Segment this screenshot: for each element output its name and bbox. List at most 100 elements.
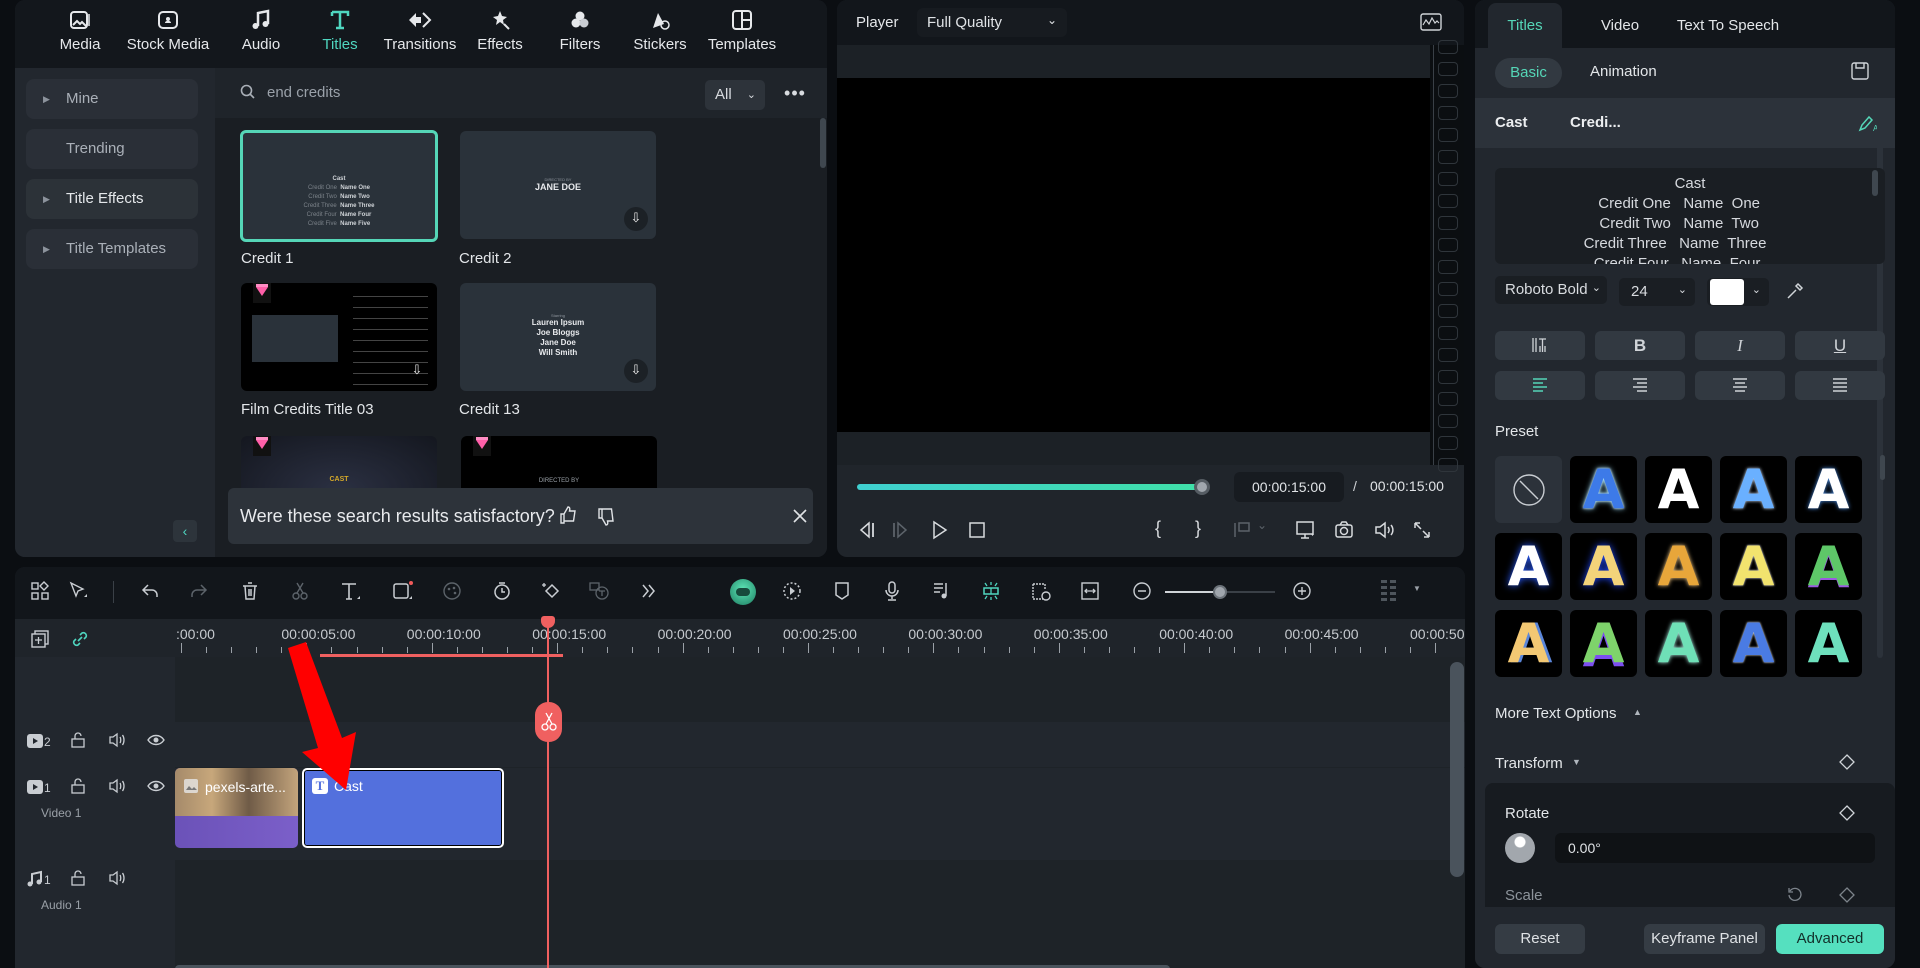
nav-templates[interactable]: Templates <box>695 8 789 53</box>
color-palette-icon[interactable] <box>442 581 462 601</box>
track-volume-icon[interactable] <box>108 870 126 886</box>
mark-in-icon[interactable]: { <box>1155 518 1161 539</box>
result-label[interactable]: Film Credits Title 03 <box>241 401 374 418</box>
download-icon[interactable]: ⇩ <box>624 359 648 383</box>
current-time-field[interactable]: 00:00:15:00 <box>1234 472 1344 502</box>
timeline-ruler[interactable]: :00:00 00:00:05:00 00:00:10:00 00:00:15:00 0… <box>15 619 1465 657</box>
keyframe-diamond-icon[interactable] <box>1839 887 1855 903</box>
transform-section-label[interactable]: Transform <box>1495 755 1563 772</box>
preset-style[interactable]: A <box>1795 456 1862 523</box>
font-dropdown[interactable]: Roboto Bold ⌄ <box>1495 276 1607 304</box>
thumbs-down-icon[interactable] <box>596 507 616 527</box>
preset-style[interactable]: A <box>1795 533 1862 600</box>
previous-frame-icon[interactable] <box>857 520 877 540</box>
playback-progress-bar[interactable] <box>857 484 1202 490</box>
download-icon[interactable]: ⇩ <box>405 359 429 383</box>
text-spacing-button[interactable] <box>1495 331 1585 360</box>
tab-video[interactable]: Video <box>1585 3 1655 48</box>
preset-style[interactable]: A <box>1720 610 1787 677</box>
result-label[interactable]: Credit 1 <box>241 250 294 267</box>
text-editor-scrollbar[interactable] <box>1872 170 1878 196</box>
nav-filters[interactable]: Filters <box>540 8 620 53</box>
result-thumb-credit-13[interactable]: Starring Lauren Ipsum Joe Bloggs Jane Doe W… <box>460 283 656 391</box>
preset-style[interactable]: A <box>1495 533 1562 600</box>
thumbs-up-icon[interactable] <box>558 505 578 525</box>
lock-icon[interactable] <box>70 732 86 748</box>
quality-dropdown[interactable]: Full Quality ⌄ <box>917 8 1067 37</box>
lock-icon[interactable] <box>70 778 86 794</box>
text-tool-icon[interactable] <box>340 581 362 601</box>
display-settings-icon[interactable] <box>1295 520 1317 540</box>
collapse-sidebar-button[interactable]: ‹ <box>173 520 197 542</box>
result-label[interactable]: Credit 2 <box>459 250 512 267</box>
search-input[interactable]: end credits <box>267 84 340 101</box>
crop-shape-icon[interactable] <box>392 581 414 601</box>
preset-style[interactable]: A <box>1645 456 1712 523</box>
preset-scrollbar[interactable] <box>1880 455 1885 480</box>
video-preview[interactable] <box>837 78 1430 432</box>
preset-none[interactable] <box>1495 456 1562 523</box>
align-justify-button[interactable] <box>1795 371 1885 400</box>
preset-style[interactable]: A <box>1645 610 1712 677</box>
timeline-vertical-scrollbar[interactable] <box>1450 662 1464 877</box>
align-right-button[interactable] <box>1595 371 1685 400</box>
ripple-delete-icon[interactable] <box>1030 581 1052 601</box>
zoom-slider-handle[interactable] <box>1213 585 1227 599</box>
visibility-eye-icon[interactable] <box>147 733 165 747</box>
nav-audio[interactable]: Audio <box>221 8 301 53</box>
chevron-down-icon[interactable]: ⌄ <box>1257 518 1267 532</box>
sidebar-item-title-templates[interactable]: ▶ Title Templates <box>26 229 198 269</box>
result-label[interactable]: Credit 13 <box>459 401 520 418</box>
italic-button[interactable]: I <box>1695 331 1785 360</box>
preset-style[interactable]: A <box>1570 610 1637 677</box>
caret-down-icon[interactable]: ▼ <box>1572 757 1581 767</box>
bold-button[interactable]: B <box>1595 331 1685 360</box>
fit-to-timeline-icon[interactable] <box>1080 581 1100 601</box>
sidebar-item-title-effects[interactable]: ▶ Title Effects <box>26 179 198 219</box>
layer-cast[interactable]: Cast <box>1495 114 1528 131</box>
nav-titles[interactable]: Titles <box>300 8 380 53</box>
subtab-animation[interactable]: Animation <box>1590 63 1657 80</box>
timer-speed-icon[interactable] <box>492 581 512 601</box>
title-text-editor[interactable]: Cast Credit One Name One Credit Two Name… <box>1495 168 1885 264</box>
sidebar-item-mine[interactable]: ▶ Mine <box>26 79 198 119</box>
redo-icon[interactable] <box>189 581 209 601</box>
visibility-eye-icon[interactable] <box>147 779 165 793</box>
keyframe-panel-button[interactable]: Keyframe Panel <box>1644 924 1765 954</box>
nav-stock-media[interactable]: Stock Media <box>118 8 218 53</box>
close-icon[interactable] <box>793 509 807 523</box>
microphone-icon[interactable] <box>883 581 901 601</box>
caret-down-icon[interactable]: ▼ <box>1413 584 1421 593</box>
stop-icon[interactable] <box>967 520 987 540</box>
preset-style[interactable]: A <box>1570 533 1637 600</box>
keyframe-diamond-icon[interactable] <box>1839 805 1855 821</box>
nav-media[interactable]: Media <box>40 8 120 53</box>
select-pointer-icon[interactable] <box>68 581 90 601</box>
reset-icon[interactable] <box>1787 886 1803 902</box>
tab-text-to-speech[interactable]: Text To Speech <box>1673 3 1783 48</box>
results-scrollbar[interactable] <box>820 118 826 168</box>
result-thumb-film-credits-03[interactable]: ⇩ <box>241 283 437 391</box>
align-left-button[interactable] <box>1495 371 1585 400</box>
link-icon[interactable] <box>70 629 90 649</box>
fullscreen-icon[interactable] <box>1412 520 1432 540</box>
play-icon[interactable] <box>929 520 949 540</box>
track-volume-icon[interactable] <box>108 732 126 748</box>
lock-icon[interactable] <box>70 870 86 886</box>
zoom-in-icon[interactable] <box>1292 581 1312 601</box>
result-thumb-credit-2[interactable]: DIRECTED BY JANE DOE ⇩ <box>460 131 656 239</box>
caret-up-icon[interactable]: ▲ <box>1633 707 1642 717</box>
undo-icon[interactable] <box>140 581 160 601</box>
next-frame-icon[interactable] <box>890 520 910 540</box>
preset-style[interactable]: A <box>1720 456 1787 523</box>
preset-style[interactable]: A <box>1720 533 1787 600</box>
track-layout-icon[interactable] <box>1380 579 1398 605</box>
rotate-input[interactable]: 0.00° <box>1555 833 1875 863</box>
video-scope-icon[interactable] <box>1420 13 1442 31</box>
audio-beat-icon[interactable] <box>932 581 950 601</box>
preset-style[interactable]: A <box>1570 456 1637 523</box>
preset-style[interactable]: A <box>1795 610 1862 677</box>
split-scissors-icon[interactable] <box>290 581 310 601</box>
preset-style[interactable]: A <box>1645 533 1712 600</box>
reset-button[interactable]: Reset <box>1495 924 1585 954</box>
